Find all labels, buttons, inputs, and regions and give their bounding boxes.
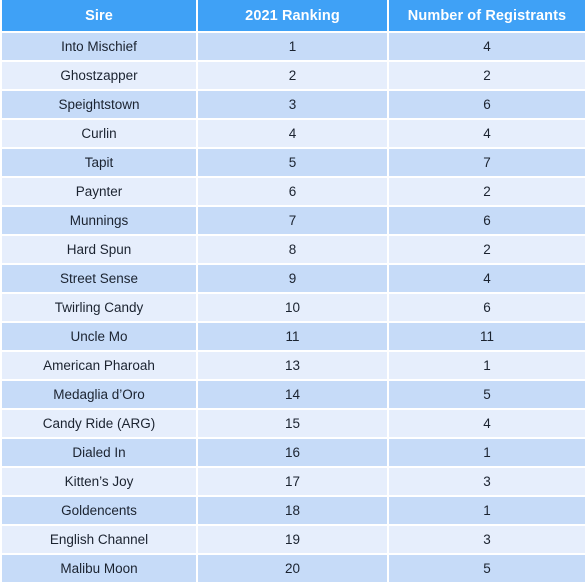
table-row: Malibu Moon 20 5 — [0, 555, 587, 584]
cell-registrants: 5 — [389, 555, 587, 584]
cell-sire: Hard Spun — [0, 236, 198, 265]
table-header: Sire 2021 Ranking Number of Registrants — [0, 0, 587, 33]
cell-ranking: 10 — [198, 294, 389, 323]
table-body: Into Mischief 1 4 Ghostzapper 2 2 Speightstown… — [0, 33, 587, 584]
cell-ranking: 16 — [198, 439, 389, 468]
cell-registrants: 2 — [389, 178, 587, 207]
cell-ranking: 17 — [198, 468, 389, 497]
table-row: Uncle Mo 11 11 — [0, 323, 587, 352]
cell-sire: Paynter — [0, 178, 198, 207]
cell-ranking: 14 — [198, 381, 389, 410]
cell-ranking: 13 — [198, 352, 389, 381]
cell-sire: Speightstown — [0, 91, 198, 120]
cell-registrants: 1 — [389, 497, 587, 526]
cell-registrants: 6 — [389, 91, 587, 120]
table-row: Into Mischief 1 4 — [0, 33, 587, 62]
cell-ranking: 1 — [198, 33, 389, 62]
cell-registrants: 3 — [389, 468, 587, 497]
table-row: Twirling Candy 10 6 — [0, 294, 587, 323]
cell-ranking: 4 — [198, 120, 389, 149]
cell-sire: Candy Ride (ARG) — [0, 410, 198, 439]
table-row: American Pharoah 13 1 — [0, 352, 587, 381]
cell-sire: Twirling Candy — [0, 294, 198, 323]
table-row: Speightstown 3 6 — [0, 91, 587, 120]
table-header-row: Sire 2021 Ranking Number of Registrants — [0, 0, 587, 33]
cell-ranking: 9 — [198, 265, 389, 294]
cell-ranking: 18 — [198, 497, 389, 526]
cell-registrants: 7 — [389, 149, 587, 178]
cell-ranking: 19 — [198, 526, 389, 555]
cell-sire: Medaglia d’Oro — [0, 381, 198, 410]
cell-registrants: 4 — [389, 265, 587, 294]
cell-sire: Ghostzapper — [0, 62, 198, 91]
cell-ranking: 2 — [198, 62, 389, 91]
cell-sire: Tapit — [0, 149, 198, 178]
table-row: Hard Spun 8 2 — [0, 236, 587, 265]
cell-ranking: 5 — [198, 149, 389, 178]
table-row: Paynter 6 2 — [0, 178, 587, 207]
table-row: Kitten’s Joy 17 3 — [0, 468, 587, 497]
cell-registrants: 5 — [389, 381, 587, 410]
cell-ranking: 7 — [198, 207, 389, 236]
cell-registrants: 6 — [389, 294, 587, 323]
table-row: Curlin 4 4 — [0, 120, 587, 149]
table-row: Dialed In 16 1 — [0, 439, 587, 468]
cell-registrants: 4 — [389, 410, 587, 439]
cell-sire: Uncle Mo — [0, 323, 198, 352]
cell-sire: American Pharoah — [0, 352, 198, 381]
cell-sire: English Channel — [0, 526, 198, 555]
cell-registrants: 1 — [389, 439, 587, 468]
cell-ranking: 15 — [198, 410, 389, 439]
cell-registrants: 2 — [389, 62, 587, 91]
cell-sire: Goldencents — [0, 497, 198, 526]
cell-sire: Kitten’s Joy — [0, 468, 198, 497]
column-header-sire[interactable]: Sire — [0, 0, 198, 33]
cell-ranking: 20 — [198, 555, 389, 584]
cell-registrants: 6 — [389, 207, 587, 236]
cell-sire: Into Mischief — [0, 33, 198, 62]
cell-sire: Munnings — [0, 207, 198, 236]
cell-sire: Malibu Moon — [0, 555, 198, 584]
cell-registrants: 3 — [389, 526, 587, 555]
cell-ranking: 3 — [198, 91, 389, 120]
table-row: English Channel 19 3 — [0, 526, 587, 555]
sire-ranking-table: Sire 2021 Ranking Number of Registrants … — [0, 0, 587, 584]
cell-ranking: 8 — [198, 236, 389, 265]
cell-ranking: 11 — [198, 323, 389, 352]
table-row: Tapit 5 7 — [0, 149, 587, 178]
cell-sire: Dialed In — [0, 439, 198, 468]
column-header-ranking[interactable]: 2021 Ranking — [198, 0, 389, 33]
cell-registrants: 2 — [389, 236, 587, 265]
cell-registrants: 1 — [389, 352, 587, 381]
column-header-registrants[interactable]: Number of Registrants — [389, 0, 587, 33]
cell-registrants: 4 — [389, 120, 587, 149]
table-row: Goldencents 18 1 — [0, 497, 587, 526]
table-row: Ghostzapper 2 2 — [0, 62, 587, 91]
cell-ranking: 6 — [198, 178, 389, 207]
table-row: Medaglia d’Oro 14 5 — [0, 381, 587, 410]
cell-registrants: 11 — [389, 323, 587, 352]
cell-sire: Curlin — [0, 120, 198, 149]
cell-sire: Street Sense — [0, 265, 198, 294]
cell-registrants: 4 — [389, 33, 587, 62]
table-row: Street Sense 9 4 — [0, 265, 587, 294]
table-row: Munnings 7 6 — [0, 207, 587, 236]
table-row: Candy Ride (ARG) 15 4 — [0, 410, 587, 439]
